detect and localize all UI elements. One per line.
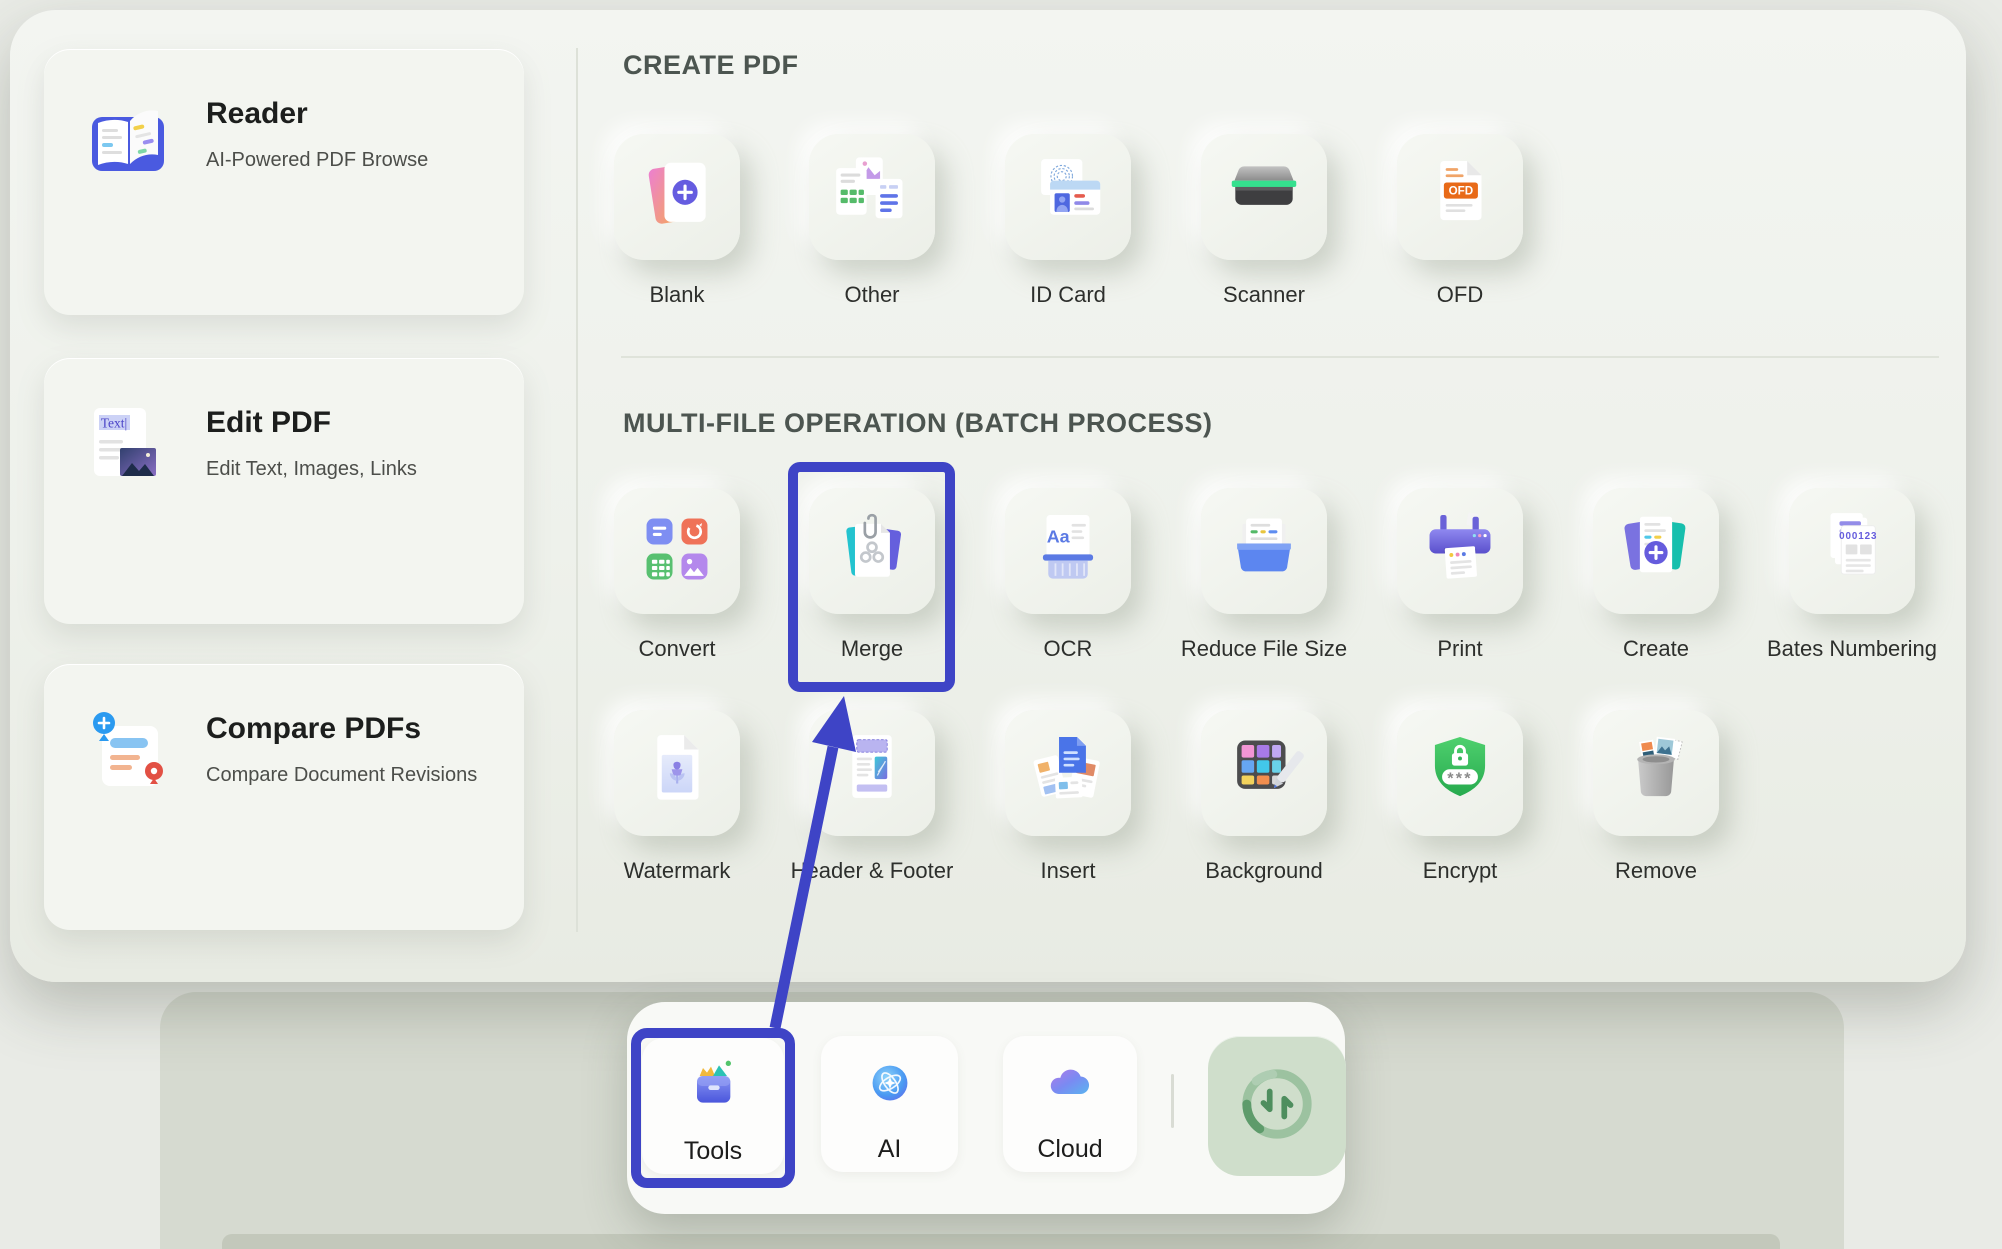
reader-book-icon [80, 93, 176, 189]
id-card-icon [1025, 152, 1111, 243]
tile-blank[interactable]: Blank [579, 134, 775, 308]
dock-separator [1171, 1074, 1174, 1128]
card-subtitle: Compare Document Revisions [206, 764, 477, 787]
tools-highlight-box [631, 1028, 795, 1188]
tile-id-card[interactable]: ID Card [970, 134, 1166, 308]
section-title-batch: MULTI-FILE OPERATION (BATCH PROCESS) [623, 408, 1212, 439]
sidebar-card-edit-pdf[interactable]: Text| Edit PDF Edit Text, Images, Links [44, 358, 524, 624]
tile-reduce-file-size[interactable]: Reduce File Size [1166, 488, 1362, 662]
tile-print[interactable]: Print [1362, 488, 1558, 662]
sync-button[interactable] [1208, 1036, 1346, 1176]
tile-scanner[interactable]: Scanner [1166, 134, 1362, 308]
tile-label: Insert [970, 858, 1166, 884]
tile-label: Header & Footer [774, 858, 970, 884]
svg-text:Aa: Aa [1047, 526, 1071, 546]
ofd-icon: OFD [1417, 152, 1503, 243]
tile-label: Encrypt [1362, 858, 1558, 884]
cloud-icon [1040, 1054, 1100, 1119]
tile-label: OCR [970, 636, 1166, 662]
print-icon [1417, 506, 1503, 597]
sidebar-card-reader[interactable]: Reader AI-Powered PDF Browse [44, 49, 524, 315]
tile-label: Convert [579, 636, 775, 662]
tile-label: Bates Numbering [1754, 636, 1950, 662]
tile-watermark[interactable]: Watermark [579, 710, 775, 884]
tile-label: Watermark [579, 858, 775, 884]
dock-item-label: AI [821, 1135, 958, 1164]
header-footer-icon [829, 728, 915, 819]
section-divider [621, 356, 1939, 358]
convert-icon [634, 506, 720, 597]
encrypt-icon: *** [1417, 728, 1503, 819]
svg-text:Text|: Text| [101, 416, 128, 431]
card-title: Edit PDF [206, 406, 331, 440]
remove-icon [1613, 728, 1699, 819]
tile-label: Print [1362, 636, 1558, 662]
svg-text:***: *** [1447, 769, 1473, 787]
svg-text:000123: 000123 [1839, 531, 1877, 542]
card-subtitle: AI-Powered PDF Browse [206, 149, 428, 172]
card-title: Reader [206, 97, 308, 131]
create-icon [1613, 506, 1699, 597]
sidebar-divider [576, 48, 578, 932]
bates-numbering-icon: 000123 [1809, 506, 1895, 597]
watermark-icon [634, 728, 720, 819]
tile-label: OFD [1362, 282, 1558, 308]
app-canvas: Reader AI-Powered PDF Browse Text| [0, 0, 2002, 1249]
sync-arrows-icon [1227, 1054, 1327, 1159]
tile-bates-numbering[interactable]: 000123 Bates Numbering [1754, 488, 1950, 662]
reduce-file-size-icon [1221, 506, 1307, 597]
tile-remove[interactable]: Remove [1558, 710, 1754, 884]
background-window-layer-2 [222, 1234, 1780, 1249]
ocr-icon: Aa [1025, 506, 1111, 597]
tile-label: ID Card [970, 282, 1166, 308]
background-icon [1221, 728, 1307, 819]
tile-label: Create [1558, 636, 1754, 662]
tile-label: Scanner [1166, 282, 1362, 308]
tile-label: Other [774, 282, 970, 308]
dock-item-label: Cloud [1003, 1135, 1137, 1164]
blank-icon [634, 152, 720, 243]
card-subtitle: Edit Text, Images, Links [206, 458, 417, 481]
merge-highlight-box [788, 462, 955, 692]
tile-label: Background [1166, 858, 1362, 884]
tile-header-footer[interactable]: Header & Footer [774, 710, 970, 884]
tile-ofd[interactable]: OFD OFD [1362, 134, 1558, 308]
tile-convert[interactable]: Convert [579, 488, 775, 662]
tile-insert[interactable]: Insert [970, 710, 1166, 884]
scanner-icon [1221, 152, 1307, 243]
tile-label: Reduce File Size [1166, 636, 1362, 662]
dock-item-cloud[interactable]: Cloud [1003, 1036, 1137, 1172]
tile-label: Blank [579, 282, 775, 308]
card-title: Compare PDFs [206, 712, 421, 746]
svg-text:OFD: OFD [1449, 184, 1474, 197]
dock-item-ai[interactable]: AI [821, 1036, 958, 1172]
other-documents-icon [829, 152, 915, 243]
tile-other[interactable]: Other [774, 134, 970, 308]
tile-ocr[interactable]: Aa OCR [970, 488, 1166, 662]
compare-document-icon [80, 708, 176, 804]
tile-create[interactable]: Create [1558, 488, 1754, 662]
edit-document-icon: Text| [80, 402, 176, 498]
insert-icon [1025, 728, 1111, 819]
ai-icon [859, 1052, 921, 1119]
tile-label: Remove [1558, 858, 1754, 884]
tile-background[interactable]: Background [1166, 710, 1362, 884]
sidebar-card-compare-pdfs[interactable]: Compare PDFs Compare Document Revisions [44, 664, 524, 930]
section-title-create-pdf: CREATE PDF [623, 50, 799, 81]
tile-encrypt[interactable]: *** Encrypt [1362, 710, 1558, 884]
